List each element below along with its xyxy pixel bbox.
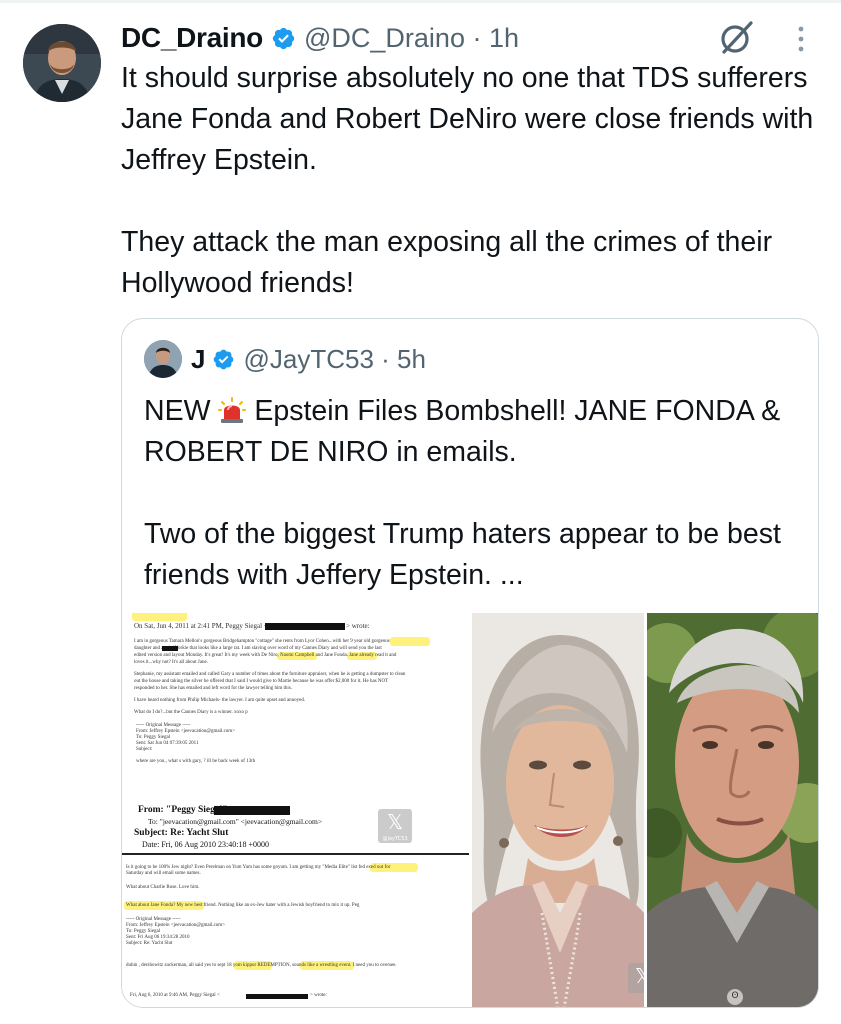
- author-handle-time[interactable]: @DC_Draino · 1h: [304, 23, 519, 54]
- x-watermark-icon: 𝕏 @JayTC53: [378, 809, 412, 843]
- more-options-icon[interactable]: [786, 20, 816, 56]
- doc-p5: where are you., what s with gary, ? ill …: [136, 759, 256, 764]
- quoted-author-name: J: [191, 343, 206, 374]
- watermark-text: @JayTC53: [382, 836, 408, 842]
- doc-line1: On Sat, Jun 4, 2011 at 2:41 PM, Peggy Si…: [134, 622, 268, 630]
- email-document-image[interactable]: On Sat, Jun 4, 2011 at 2:41 PM, Peggy Si…: [122, 613, 469, 1007]
- doc-o5: Subject: Re: Yacht Slut: [126, 941, 173, 946]
- watermark-photo2-icon: ʘ: [727, 989, 743, 1005]
- robert-de-niro-photo[interactable]: ʘ: [647, 613, 818, 1007]
- doc-date: Date: Fri, 06 Aug 2010 23:40:18 +0000: [142, 840, 269, 849]
- quoted-handle-time: @JayTC53 · 5h: [243, 343, 426, 374]
- quoted-avatar: [144, 340, 182, 378]
- quoted-text-prefix: NEW: [144, 395, 219, 427]
- quoted-tweet-header: J @JayTC53 · 5h: [144, 339, 426, 379]
- doc-subject: Subject: Re: Yacht Slut: [134, 828, 229, 838]
- doc-p3: I have heard nothing from Philip Michael…: [134, 698, 306, 703]
- quoted-verified-badge-icon: [214, 349, 234, 369]
- doc-p2c: responded to her. She has emailed and le…: [134, 686, 293, 691]
- verified-badge-icon: [272, 27, 295, 49]
- quoted-tweet-text: NEW Epstein Files Bombshell! JANE FONDA …: [144, 391, 804, 596]
- doc-p4: What do I do?...but the Cannes Diary is …: [134, 710, 248, 715]
- doc-p2: Stephanie, my assistant emailed and call…: [134, 672, 406, 677]
- quoted-media[interactable]: On Sat, Jun 4, 2011 at 2:41 PM, Peggy Si…: [122, 613, 818, 1007]
- doc-p1d: loves it...why not? It's all about Jane.: [134, 660, 208, 665]
- doc-p1c: edited version and layout Monday. It's g…: [134, 653, 397, 658]
- author-name[interactable]: DC_Draino: [121, 22, 263, 54]
- jane-fonda-photo[interactable]: 𝕏: [472, 613, 644, 1007]
- doc-last: Fri, Aug 6, 2010 at 9:46 AM, Peggy Siega…: [130, 993, 220, 998]
- doc-q3: What about Jane Fonda? My new best frien…: [126, 903, 360, 908]
- doc-orig5: Subject:: [136, 747, 153, 752]
- top-divider: [0, 0, 841, 3]
- doc-q2: What about Charlie Rose. Love him.: [126, 885, 200, 890]
- doc-p2b: out the house and taking the silver he o…: [134, 679, 389, 684]
- doc-to: To: "jeevacation@gmail.com" <jeevacation…: [148, 817, 323, 826]
- police-siren-icon: [218, 397, 247, 423]
- avatar[interactable]: [23, 24, 101, 102]
- quoted-text-body: Epstein Files Bombshell! JANE FONDA & RO…: [144, 395, 781, 591]
- grok-icon[interactable]: [718, 18, 756, 56]
- tweet-text: It should surprise absolutely no one tha…: [121, 62, 814, 299]
- tweet-header: DC_Draino @DC_Draino · 1h: [121, 18, 519, 58]
- doc-q4: dubin , dershowitz zuckerman, all said y…: [126, 963, 397, 968]
- x-watermark-photo1-icon: 𝕏: [628, 963, 644, 993]
- doc-last-end: > wrote:: [310, 993, 327, 998]
- quoted-tweet[interactable]: J @JayTC53 · 5h NEW Epstein Files Bombsh…: [121, 318, 819, 1008]
- doc-line1-end: > wrote:: [346, 622, 370, 630]
- doc-p1: I am in gorgeous Tamara Mellon's gorgeou…: [134, 639, 390, 644]
- doc-q1b: Saturday and will email some names.: [126, 871, 201, 876]
